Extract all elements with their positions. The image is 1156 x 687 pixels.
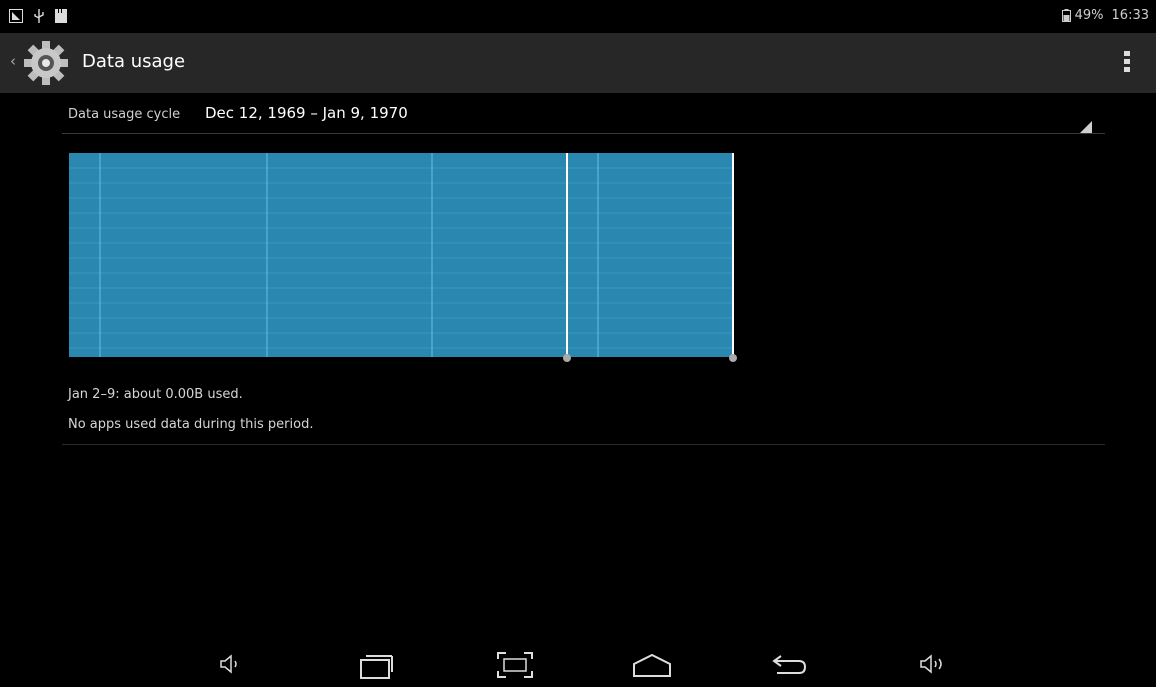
- cycle-dropdown[interactable]: Dec 12, 1969 – Jan 9, 1970: [205, 104, 408, 122]
- dropdown-corner-icon: [1080, 118, 1092, 137]
- up-caret-icon[interactable]: ‹: [10, 52, 16, 70]
- back-icon[interactable]: [771, 652, 809, 682]
- screenshot-icon: [9, 9, 23, 23]
- sd-card-icon: [55, 9, 67, 23]
- cycle-underline: [62, 133, 1105, 134]
- divider: [62, 444, 1105, 445]
- overflow-menu-icon[interactable]: [1124, 49, 1130, 77]
- recent-apps-icon[interactable]: [358, 652, 394, 684]
- clock: 16:33: [1111, 8, 1149, 23]
- battery-percent: 49%: [1074, 8, 1104, 23]
- page-title: Data usage: [82, 51, 186, 72]
- volume-up-icon[interactable]: [918, 652, 946, 680]
- usage-summary: Jan 2–9: about 0.00B used.: [68, 387, 243, 402]
- action-bar: ‹ Data usage: [0, 33, 1156, 93]
- status-bar: 49% 16:33: [0, 0, 1156, 33]
- status-icons-left: [9, 8, 67, 24]
- cycle-label: Data usage cycle: [68, 107, 181, 122]
- home-icon[interactable]: [632, 652, 672, 682]
- battery-icon: [1061, 9, 1071, 22]
- usage-chart[interactable]: [69, 153, 739, 368]
- screenshot-frame-icon[interactable]: [497, 652, 533, 682]
- volume-down-icon[interactable]: [218, 652, 242, 680]
- apps-usage-text: No apps used data during this period.: [68, 417, 314, 432]
- usage-area: [69, 153, 733, 357]
- usb-icon: [33, 8, 45, 24]
- navigation-bar: [0, 642, 1156, 687]
- settings-gear-icon[interactable]: [20, 40, 72, 90]
- status-icons-right: 49% 16:33: [1061, 8, 1149, 23]
